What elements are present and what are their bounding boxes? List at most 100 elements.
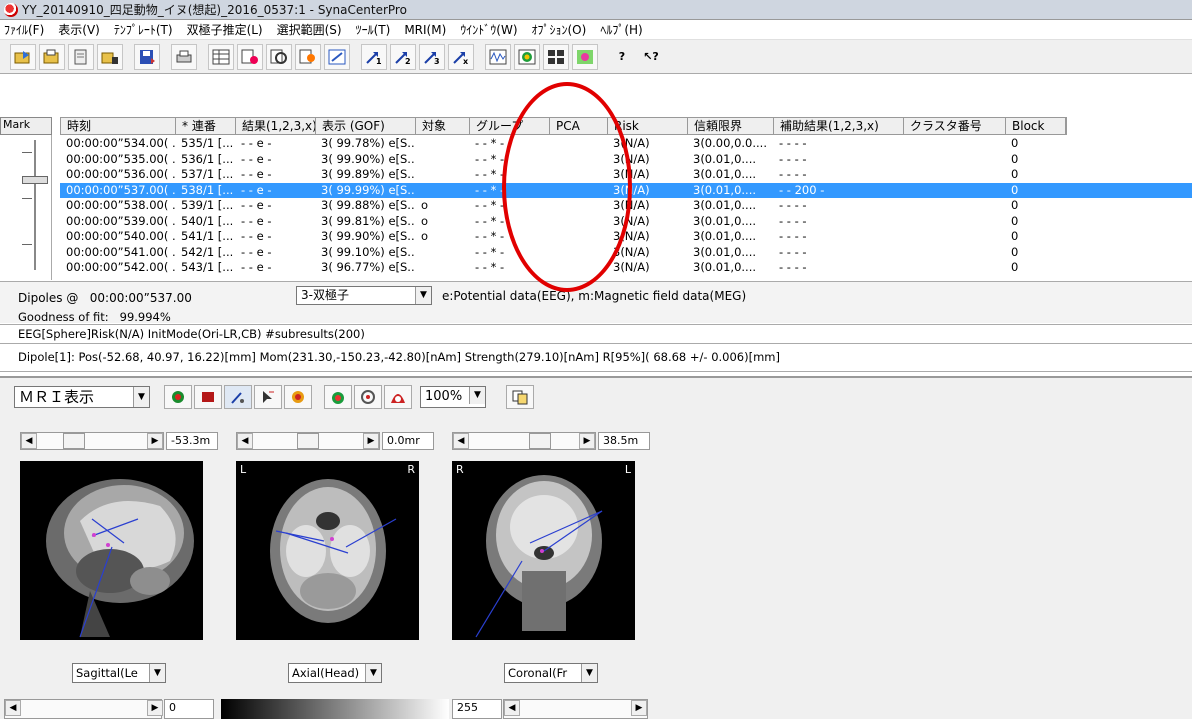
col-gof[interactable]: 表示 (GOF) — [316, 118, 416, 134]
table-row[interactable]: 00:00:00”539.00( ... 540/1 [... - - e - 3( … — [60, 214, 1192, 230]
arrow-2-icon[interactable]: 2 — [390, 43, 416, 70]
mark-slider-knob[interactable] — [22, 176, 48, 184]
scroll-left-icon[interactable]: ◀ — [504, 700, 520, 716]
open-folder-icon[interactable] — [39, 43, 65, 70]
slider-thumb[interactable] — [63, 433, 85, 449]
table-row[interactable]: 00:00:00”536.00( ... 537/1 [... - - e - 3( … — [60, 167, 1192, 183]
table-row[interactable]: 00:00:00”535.00( ... 536/1 [... - - e - 3( … — [60, 152, 1192, 168]
menu-options[interactable]: ｵﾌﾟｼｮﾝ(O) — [532, 21, 587, 38]
axial-mri-image — [270, 479, 397, 623]
pen-tool-icon[interactable] — [224, 385, 252, 409]
scroll-right-icon[interactable]: ▶ — [631, 700, 647, 716]
chevron-down-icon[interactable]: ▼ — [149, 664, 165, 682]
arrow-1-icon[interactable]: 1 — [361, 43, 387, 70]
axial-slider[interactable]: ◀ ▶ — [236, 432, 380, 450]
open-sub-icon[interactable] — [97, 43, 123, 70]
scroll-left-icon[interactable]: ◀ — [21, 433, 37, 449]
table-row[interactable]: 00:00:00”542.00( ... 543/1 [... - - e - 3( … — [60, 260, 1192, 276]
dipole-edit-icon[interactable] — [237, 43, 263, 70]
map-icon[interactable] — [514, 43, 540, 70]
col-pca[interactable]: PCA — [550, 118, 608, 134]
scroll-right-icon[interactable]: ▶ — [579, 433, 595, 449]
table-row[interactable]: 00:00:00”541.00( ... 542/1 [... - - e - 3( … — [60, 245, 1192, 261]
window-max-slider[interactable]: ◀ ▶ — [503, 699, 648, 719]
menu-file[interactable]: ﾌｧｲﾙ(F) — [4, 21, 44, 38]
dipole-export-icon[interactable] — [324, 43, 350, 70]
menu-tools[interactable]: ﾂｰﾙ(T) — [356, 21, 391, 38]
menu-window[interactable]: ｳｲﾝﾄﾞｳ(W) — [460, 21, 517, 38]
slider-thumb[interactable] — [529, 433, 551, 449]
chevron-down-icon[interactable]: ▼ — [415, 287, 431, 304]
coronal-slider[interactable]: ◀ ▶ — [452, 432, 596, 450]
chevron-down-icon[interactable]: ▼ — [469, 387, 485, 404]
scroll-right-icon[interactable]: ▶ — [147, 433, 163, 449]
scroll-right-icon[interactable]: ▶ — [147, 700, 163, 716]
color-map-icon[interactable] — [572, 43, 598, 70]
menu-view[interactable]: 表示(V) — [58, 21, 100, 38]
sagittal-slider[interactable]: ◀ ▶ — [20, 432, 164, 450]
open-file-icon[interactable] — [10, 43, 36, 70]
col-result[interactable]: 結果(1,2,3,x) — [236, 118, 316, 134]
arrow-3-icon[interactable]: 3 — [419, 43, 445, 70]
surface-icon[interactable] — [194, 385, 222, 409]
waveform-icon[interactable] — [485, 43, 511, 70]
arrow-x-icon[interactable]: x — [448, 43, 474, 70]
copy-icon[interactable] — [506, 385, 534, 409]
col-group[interactable]: グループ — [470, 118, 550, 134]
sagittal-plane-select[interactable]: Sagittal(Le ▼ — [72, 663, 166, 683]
scroll-left-icon[interactable]: ◀ — [237, 433, 253, 449]
sagittal-mri-view[interactable] — [20, 461, 203, 640]
help-icon[interactable]: ? — [609, 44, 635, 70]
head-outline-icon[interactable] — [354, 385, 382, 409]
table-row[interactable]: 00:00:00”534.00( ... 535/1 [... - - e - 3( … — [60, 136, 1192, 152]
scroll-left-icon[interactable]: ◀ — [453, 433, 469, 449]
scroll-right-icon[interactable]: ▶ — [363, 433, 379, 449]
col-target[interactable]: 対象 — [416, 118, 470, 134]
col-aux-result[interactable]: 補助結果(1,2,3,x) — [774, 118, 904, 134]
menu-template[interactable]: ﾃﾝﾌﾟﾚｰﾄ(T) — [114, 21, 173, 38]
col-risk[interactable]: Risk — [608, 118, 688, 134]
helmet-icon[interactable] — [384, 385, 412, 409]
table-cell — [903, 229, 1005, 245]
menu-dipole-estimation[interactable]: 双極子推定(L) — [187, 21, 263, 38]
menu-selection-range[interactable]: 選択範囲(S) — [277, 21, 342, 38]
head-model-icon[interactable] — [324, 385, 352, 409]
col-block[interactable]: Block — [1006, 118, 1066, 134]
axial-mri-view[interactable]: L R — [236, 461, 419, 640]
chevron-down-icon[interactable]: ▼ — [133, 387, 149, 407]
zoom-select[interactable]: 100% ▼ — [420, 386, 486, 408]
dipole-detail-text[interactable]: Dipole[1]: Pos(-52.68, 40.97, 16.22)[mm]… — [0, 350, 1192, 372]
save-icon[interactable] — [134, 43, 160, 70]
col-cluster[interactable]: クラスタ番号 — [904, 118, 1006, 134]
coronal-plane-select[interactable]: Coronal(Fr ▼ — [504, 663, 598, 683]
col-time[interactable]: 時刻 — [61, 118, 176, 134]
context-help-icon[interactable]: ↖? — [638, 44, 664, 70]
table-row[interactable]: 00:00:00”537.00( ... 538/1 [... - - e - 3( … — [60, 182, 1192, 198]
chevron-down-icon[interactable]: ▼ — [581, 664, 597, 682]
coronal-mri-view[interactable]: R L — [452, 461, 635, 640]
target-icon[interactable] — [284, 385, 312, 409]
dipole-type-select[interactable]: 3-双極子 ▼ — [296, 286, 432, 305]
brain-color-icon[interactable] — [164, 385, 192, 409]
window-min-slider[interactable]: ◀ ▶ — [4, 699, 163, 719]
mri-mode-select[interactable]: ＭＲＩ表示 ▼ — [14, 386, 150, 408]
document-icon[interactable] — [68, 43, 94, 70]
scroll-left-icon[interactable]: ◀ — [5, 700, 21, 716]
chevron-down-icon[interactable]: ▼ — [365, 664, 381, 682]
dipole-ref-icon[interactable] — [295, 43, 321, 70]
table-grid-icon[interactable] — [208, 43, 234, 70]
menu-help[interactable]: ﾍﾙﾌﾟ(H) — [600, 21, 642, 38]
menu-mri[interactable]: MRI(M) — [404, 23, 446, 37]
grid-view-icon[interactable] — [543, 43, 569, 70]
col-serial[interactable]: * 連番 — [176, 118, 236, 134]
table-row[interactable]: 00:00:00”540.00( ... 541/1 [... - - e - 3( … — [60, 229, 1192, 245]
mark-slider-track[interactable] — [34, 140, 36, 270]
axial-plane-select[interactable]: Axial(Head) ▼ — [288, 663, 382, 683]
mark-column — [0, 135, 52, 280]
table-row[interactable]: 00:00:00”538.00( ... 539/1 [... - - e - 3( … — [60, 198, 1192, 214]
arrow-cursor-icon[interactable] — [254, 385, 282, 409]
print-icon[interactable] — [171, 43, 197, 70]
col-confidence[interactable]: 信頼限界 — [688, 118, 774, 134]
slider-thumb[interactable] — [297, 433, 319, 449]
dipole-head-icon[interactable] — [266, 43, 292, 70]
